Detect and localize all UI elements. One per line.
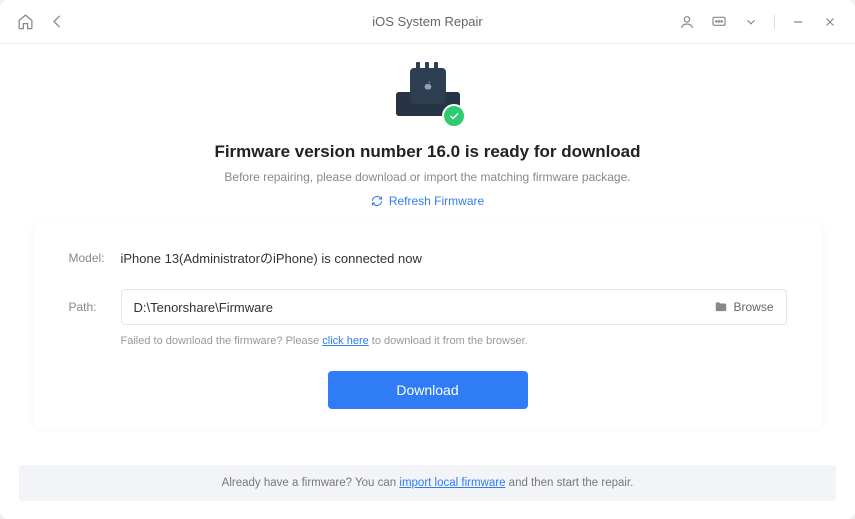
path-row: Path: Browse: [69, 289, 787, 325]
import-local-firmware-link[interactable]: import local firmware: [399, 477, 505, 489]
headline: Firmware version number 16.0 is ready fo…: [214, 142, 640, 162]
path-input-wrap: Browse: [121, 289, 787, 325]
close-icon[interactable]: [821, 13, 839, 31]
model-value: iPhone 13(AdministratorのiPhone) is conne…: [121, 248, 422, 267]
download-button[interactable]: Download: [328, 371, 528, 409]
home-icon[interactable]: [16, 13, 34, 31]
titlebar: iOS System Repair: [0, 0, 855, 44]
path-input[interactable]: [134, 300, 715, 315]
footer-bar: Already have a firmware? You can import …: [19, 465, 836, 501]
divider: [774, 15, 775, 29]
path-label: Path:: [69, 300, 121, 314]
click-here-link[interactable]: click here: [322, 335, 368, 347]
refresh-firmware-link[interactable]: Refresh Firmware: [371, 194, 484, 208]
check-badge-icon: [442, 104, 466, 128]
hint-text: Failed to download the firmware? Please …: [69, 335, 787, 347]
refresh-icon: [371, 195, 383, 207]
content-area: Firmware version number 16.0 is ready fo…: [0, 44, 855, 519]
feedback-icon[interactable]: [710, 13, 728, 31]
refresh-label: Refresh Firmware: [389, 194, 484, 208]
chevron-down-icon[interactable]: [742, 13, 760, 31]
app-window: iOS System Repair: [0, 0, 855, 519]
folder-icon: [714, 300, 728, 314]
browse-label: Browse: [733, 300, 773, 314]
browse-button[interactable]: Browse: [714, 300, 773, 314]
firmware-panel: Model: iPhone 13(AdministratorのiPhone) i…: [33, 222, 823, 429]
model-label: Model:: [69, 251, 121, 265]
back-icon[interactable]: [48, 13, 66, 31]
user-icon[interactable]: [678, 13, 696, 31]
minimize-icon[interactable]: [789, 13, 807, 31]
model-row: Model: iPhone 13(AdministratorのiPhone) i…: [69, 248, 787, 267]
subheadline: Before repairing, please download or imp…: [224, 170, 630, 184]
firmware-chip-icon: [388, 64, 468, 128]
